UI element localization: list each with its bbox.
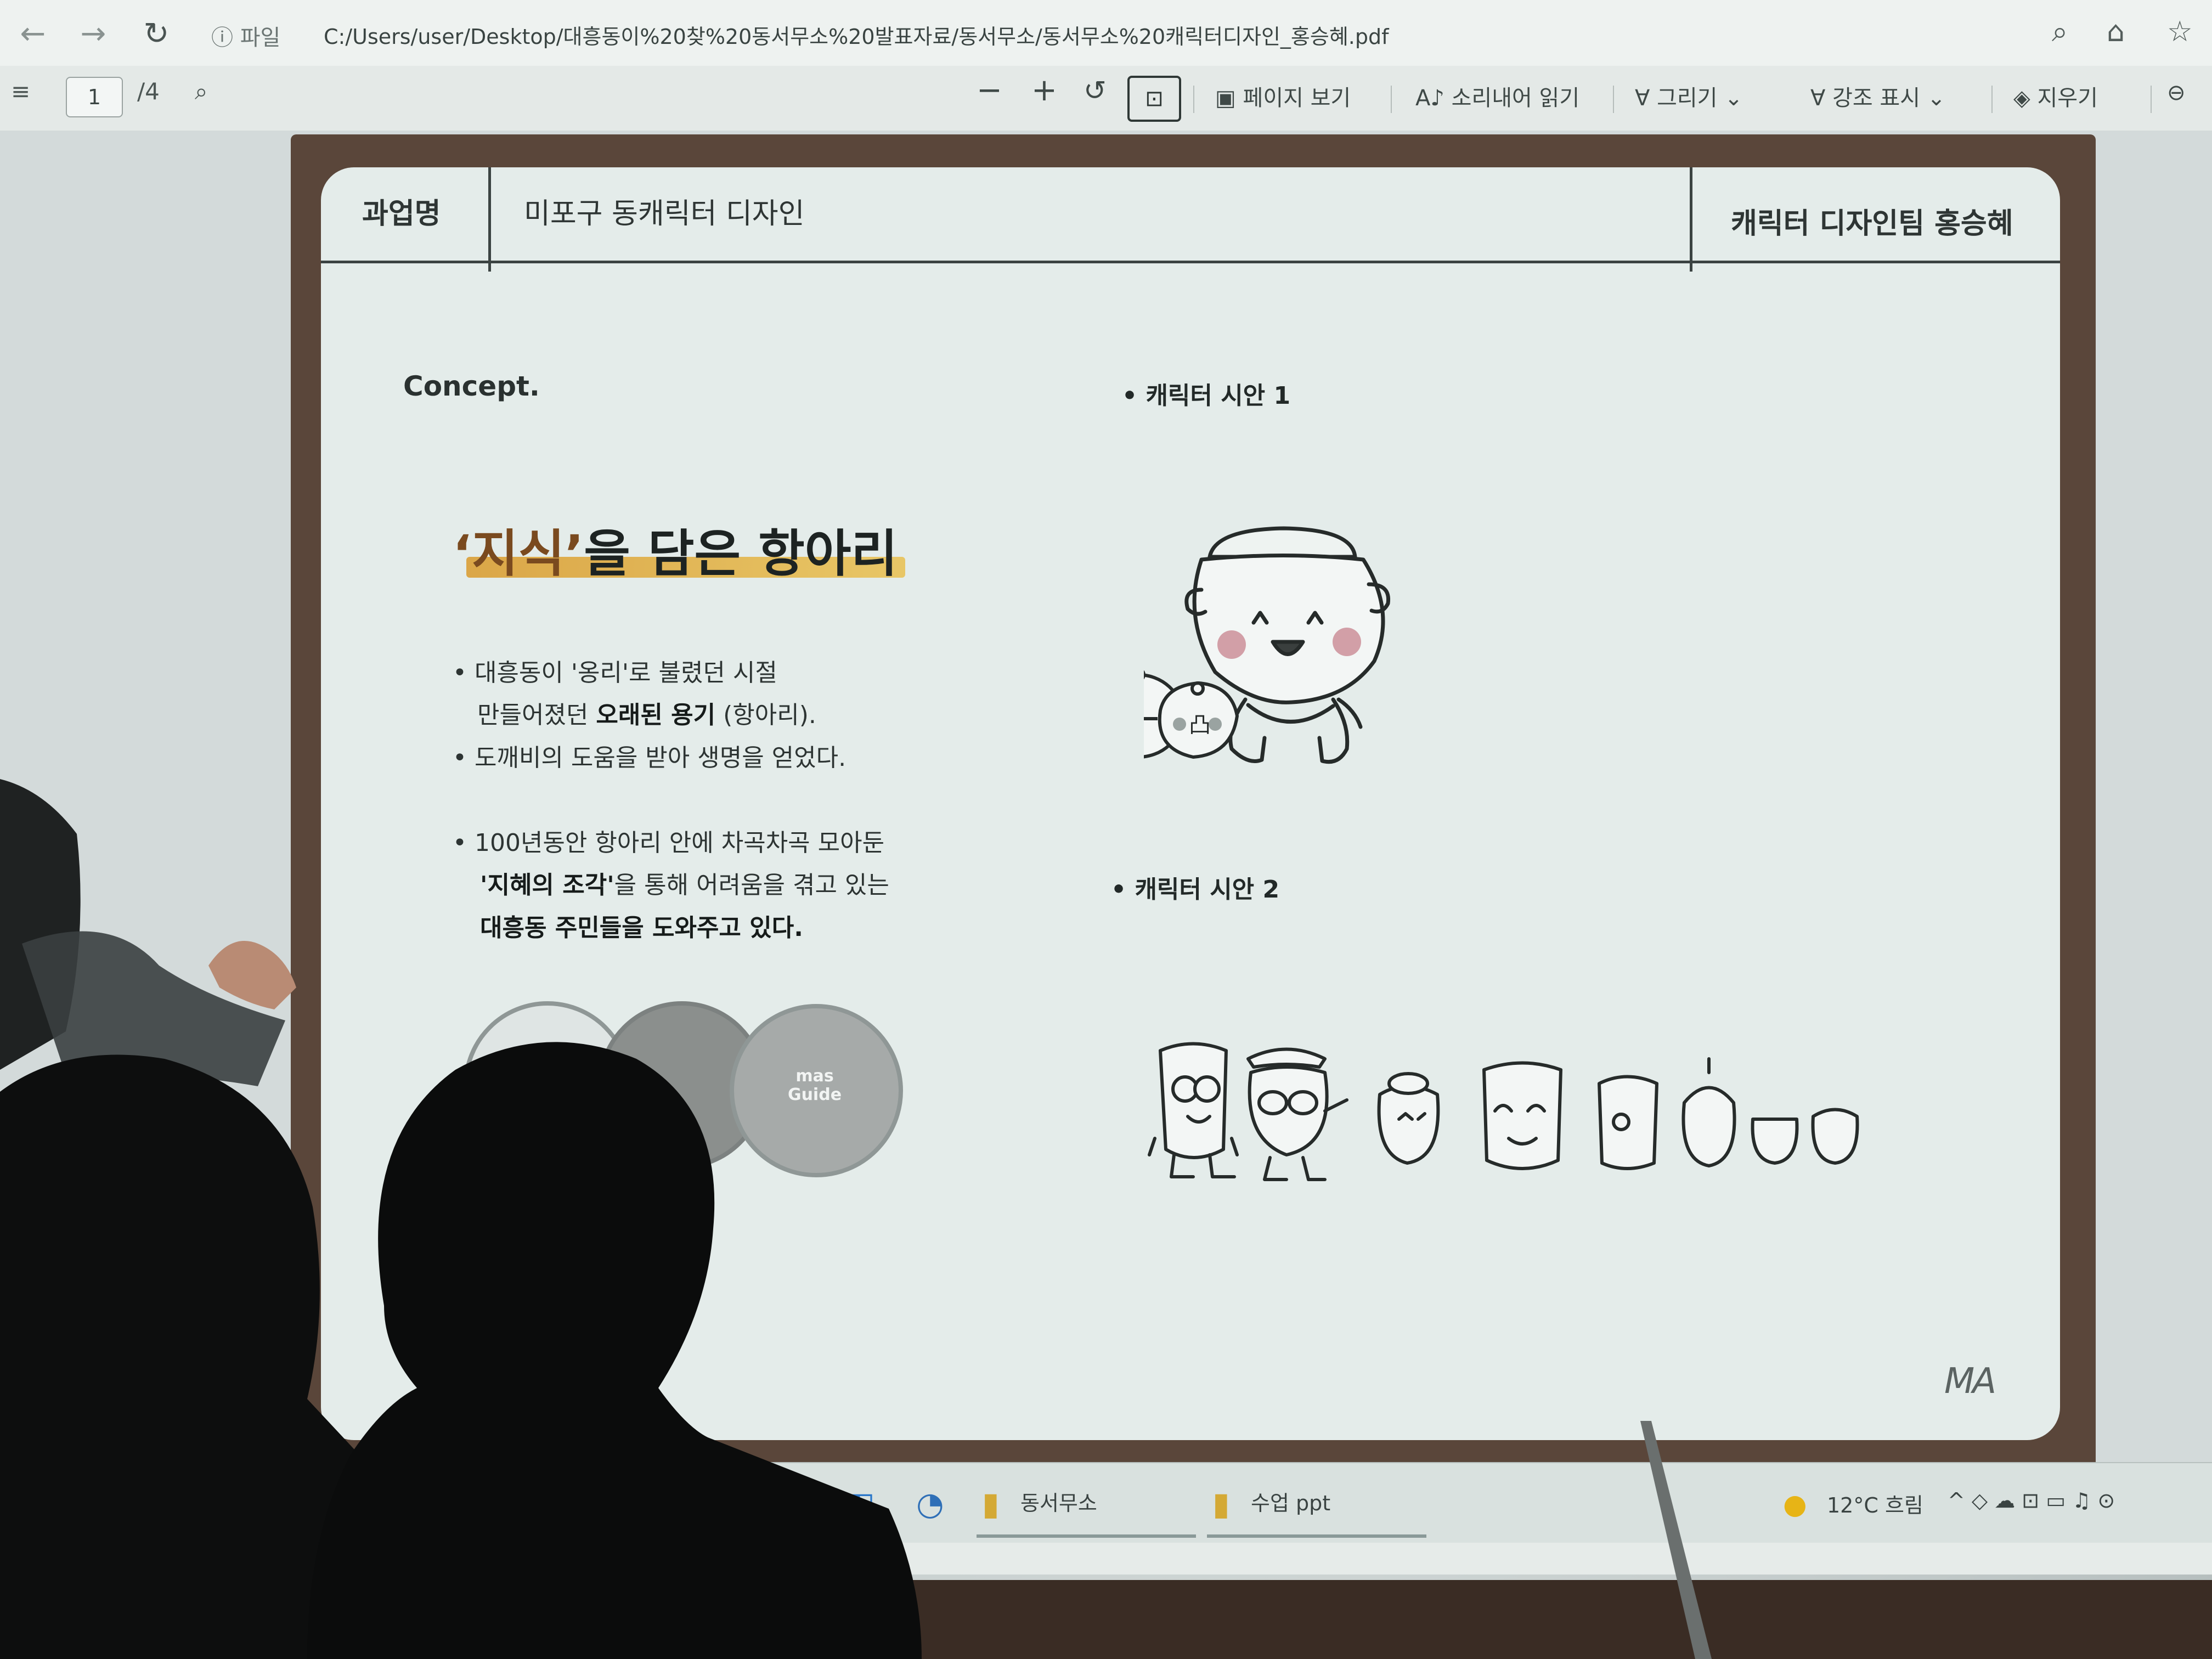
- more-options-icon[interactable]: ⊖: [2167, 80, 2186, 105]
- draw-button[interactable]: ∀ 그리기 ⌄: [1635, 80, 1743, 112]
- read-aloud-button[interactable]: A♪ 소리내어 읽기: [1415, 80, 1579, 112]
- page-total: /4: [137, 78, 160, 105]
- highlight-button[interactable]: ∀ 강조 표시 ⌄: [1810, 80, 1945, 112]
- circle-label: mas Guide: [787, 1066, 842, 1104]
- concept-bullet: 만들어졌던 오래된 용기 (항아리).: [477, 695, 816, 730]
- page-view-button[interactable]: ▣ 페이지 보기: [1215, 80, 1351, 112]
- concept-bullet: '지혜의 조각'을 통해 어려움을 겪고 있는: [480, 865, 889, 900]
- taskbar-item-ppt[interactable]: 수업 ppt: [1251, 1486, 1330, 1516]
- edge-icon[interactable]: ◔: [916, 1485, 944, 1522]
- toolbar-divider: [1193, 86, 1194, 113]
- header-divider: [1690, 167, 1692, 272]
- highlight-icon: ∀: [1810, 86, 1833, 111]
- small-jar-character: 凸: [1158, 681, 1239, 759]
- pdf-toolbar: ≡ 1 /4 ⌕ − + ↺ ⊡ ▣ 페이지 보기 A♪ 소리내어 읽기 ∀ 그…: [0, 66, 2212, 132]
- bullet-bold: 오래된 용기: [596, 701, 716, 729]
- toolbar-divider: [1991, 86, 1993, 113]
- company-logo: MA: [1944, 1361, 1996, 1402]
- concept-bullet: 대흥동 주민들을 도와주고 있다.: [480, 908, 803, 943]
- svg-text:凸: 凸: [1189, 713, 1211, 738]
- active-indicator: [1207, 1534, 1426, 1538]
- folder-icon[interactable]: ▮: [1212, 1485, 1230, 1522]
- option1-title: • 캐릭터 시안 1: [1122, 382, 1291, 410]
- back-icon[interactable]: ←: [11, 12, 55, 56]
- eraser-icon: ◈: [2013, 86, 2038, 111]
- draw-label: 그리기: [1657, 86, 1718, 111]
- subject-value: 미포구 동캐릭터 디자인: [524, 198, 805, 230]
- character-option2-illustration: [1148, 1042, 1859, 1181]
- chevron-down-icon: ⌄: [1717, 86, 1743, 111]
- room-floor: [905, 1580, 2212, 1659]
- bullet-marker: •: [453, 829, 475, 857]
- taskbar-item-folder[interactable]: 동서무소: [1020, 1486, 1097, 1516]
- erase-label: 지우기: [2037, 86, 2098, 111]
- search-icon[interactable]: ⌕: [195, 78, 208, 105]
- option2-title: • 캐릭터 시안 2: [1111, 876, 1280, 904]
- bullet-text: (항아리).: [715, 701, 816, 729]
- zoom-out-button[interactable]: −: [977, 72, 1002, 108]
- chevron-down-icon: ⌄: [1920, 86, 1946, 111]
- sidebar-toggle-icon[interactable]: ≡: [11, 78, 30, 105]
- bullet-text: 도깨비의 도움을 받아 생명을 얻었다.: [474, 744, 847, 772]
- slide-header: 과업명 미포구 동캐릭터 디자인 캐릭터 디자인팀 홍승혜: [321, 167, 2060, 272]
- highlight-label: 강조 표시: [1832, 86, 1920, 111]
- file-label: 파일: [240, 25, 281, 50]
- bullet-text: 100년동안 항아리 안에 차곡차곡 모아둔: [474, 829, 885, 857]
- pdf-page: 과업명 미포구 동캐릭터 디자인 캐릭터 디자인팀 홍승혜 Concept. ‘…: [321, 167, 2060, 1440]
- header-divider: [488, 167, 491, 272]
- bullet-marker: •: [453, 744, 475, 772]
- bullet-text: 대흥동이 '옹리'로 불렸던 시절: [474, 659, 777, 687]
- bullet-bold: 대흥동 주민들을 도와주고 있다.: [480, 914, 803, 942]
- bullet-text: 만들어졌던: [477, 701, 596, 729]
- folder-icon[interactable]: ▮: [982, 1485, 1000, 1522]
- concept-bullet: • 대흥동이 '옹리'로 불렸던 시절: [453, 653, 777, 688]
- reload-icon[interactable]: ↻: [134, 12, 178, 56]
- url-field[interactable]: C:/Users/user/Desktop/대흥동이%20찾%20동서무소%20…: [324, 20, 1750, 50]
- concept-bullet: • 100년동안 항아리 안에 차곡차곡 모아둔: [453, 823, 884, 858]
- fit-page-button[interactable]: ⊡: [1127, 76, 1181, 122]
- erase-button[interactable]: ◈ 지우기: [2013, 80, 2098, 112]
- read-aloud-label: 소리내어 읽기: [1451, 86, 1580, 111]
- system-tray-icons[interactable]: ^ ◇ ☁ ⊡ ▭ ♫ ⊙: [1948, 1488, 2115, 1513]
- home-icon[interactable]: ⌂: [2107, 15, 2125, 48]
- weather-text[interactable]: 12°C 흐림: [1827, 1488, 1923, 1519]
- page-number-input[interactable]: 1: [66, 77, 123, 117]
- zoom-icon[interactable]: ⌕: [2052, 15, 2068, 49]
- toolbar-divider: [2151, 86, 2152, 113]
- page-view-icon: ▣: [1215, 86, 1243, 111]
- site-info[interactable]: ⓘ 파일: [211, 20, 280, 52]
- address-bar: ← → ↻ ⓘ 파일 C:/Users/user/Desktop/대흥동이%20…: [0, 0, 2212, 67]
- favorite-icon[interactable]: ☆: [2167, 15, 2193, 48]
- headline: ‘지식’을 담은 항아리: [453, 513, 898, 586]
- rotate-icon[interactable]: ↺: [1084, 75, 1107, 106]
- toolbar-divider: [1391, 86, 1392, 113]
- widgets-icon[interactable]: ◧: [845, 1485, 875, 1522]
- bullet-bold: '지혜의 조각': [480, 871, 614, 899]
- active-indicator: [977, 1534, 1196, 1538]
- forward-icon[interactable]: →: [71, 12, 115, 56]
- page-view-label: 페이지 보기: [1243, 86, 1351, 111]
- read-aloud-icon: A♪: [1415, 86, 1452, 111]
- headline-highlight: ‘지식’: [453, 524, 584, 583]
- draw-icon: ∀: [1635, 86, 1657, 111]
- weather-icon: ●: [1783, 1488, 1807, 1520]
- concept-bullet: • 도깨비의 도움을 받아 생명을 얻었다.: [453, 738, 846, 773]
- concept-label: Concept.: [403, 370, 540, 402]
- taskbar: ◧ ◔ ▮ 동서무소 ▮ 수업 ppt ● 12°C 흐림 ^ ◇ ☁ ⊡ ▭ …: [741, 1462, 2212, 1543]
- info-icon: ⓘ: [211, 25, 233, 50]
- header-underline: [1690, 261, 2060, 263]
- toolbar-divider: [1613, 86, 1614, 113]
- bullet-marker: •: [453, 659, 475, 687]
- subject-label: 과업명: [362, 198, 441, 230]
- zoom-in-button[interactable]: +: [1031, 72, 1057, 108]
- bullet-text: 을 통해 어려움을 겪고 있는: [614, 871, 889, 899]
- team-name: 캐릭터 디자인팀 홍승혜: [1731, 207, 2013, 240]
- headline-rest: 을 담은 항아리: [584, 524, 898, 583]
